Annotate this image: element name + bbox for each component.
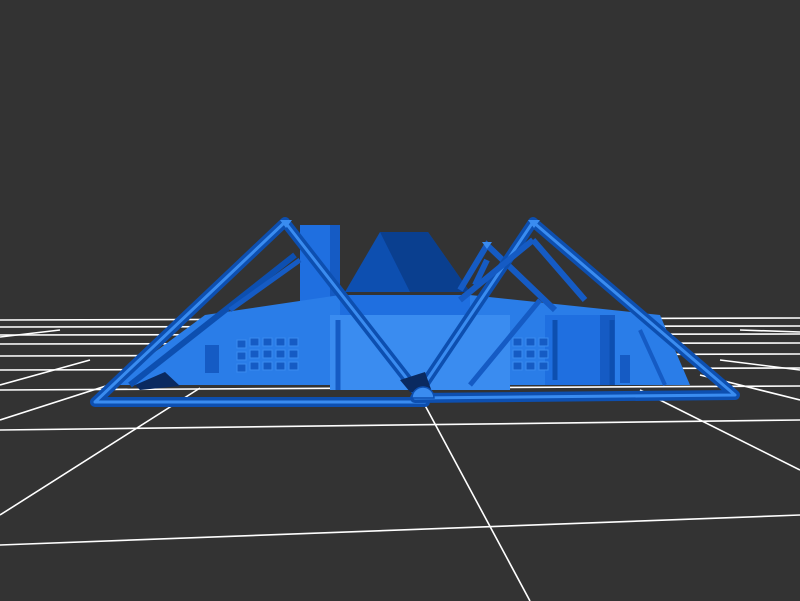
3d-viewport[interactable]	[0, 0, 800, 601]
pyramid-model[interactable]	[90, 217, 740, 407]
left-door	[205, 345, 219, 373]
right-window-grid	[512, 337, 549, 371]
3d-scene-canvas[interactable]	[0, 0, 800, 601]
left-window-grid	[236, 337, 299, 373]
right-door	[620, 355, 630, 383]
